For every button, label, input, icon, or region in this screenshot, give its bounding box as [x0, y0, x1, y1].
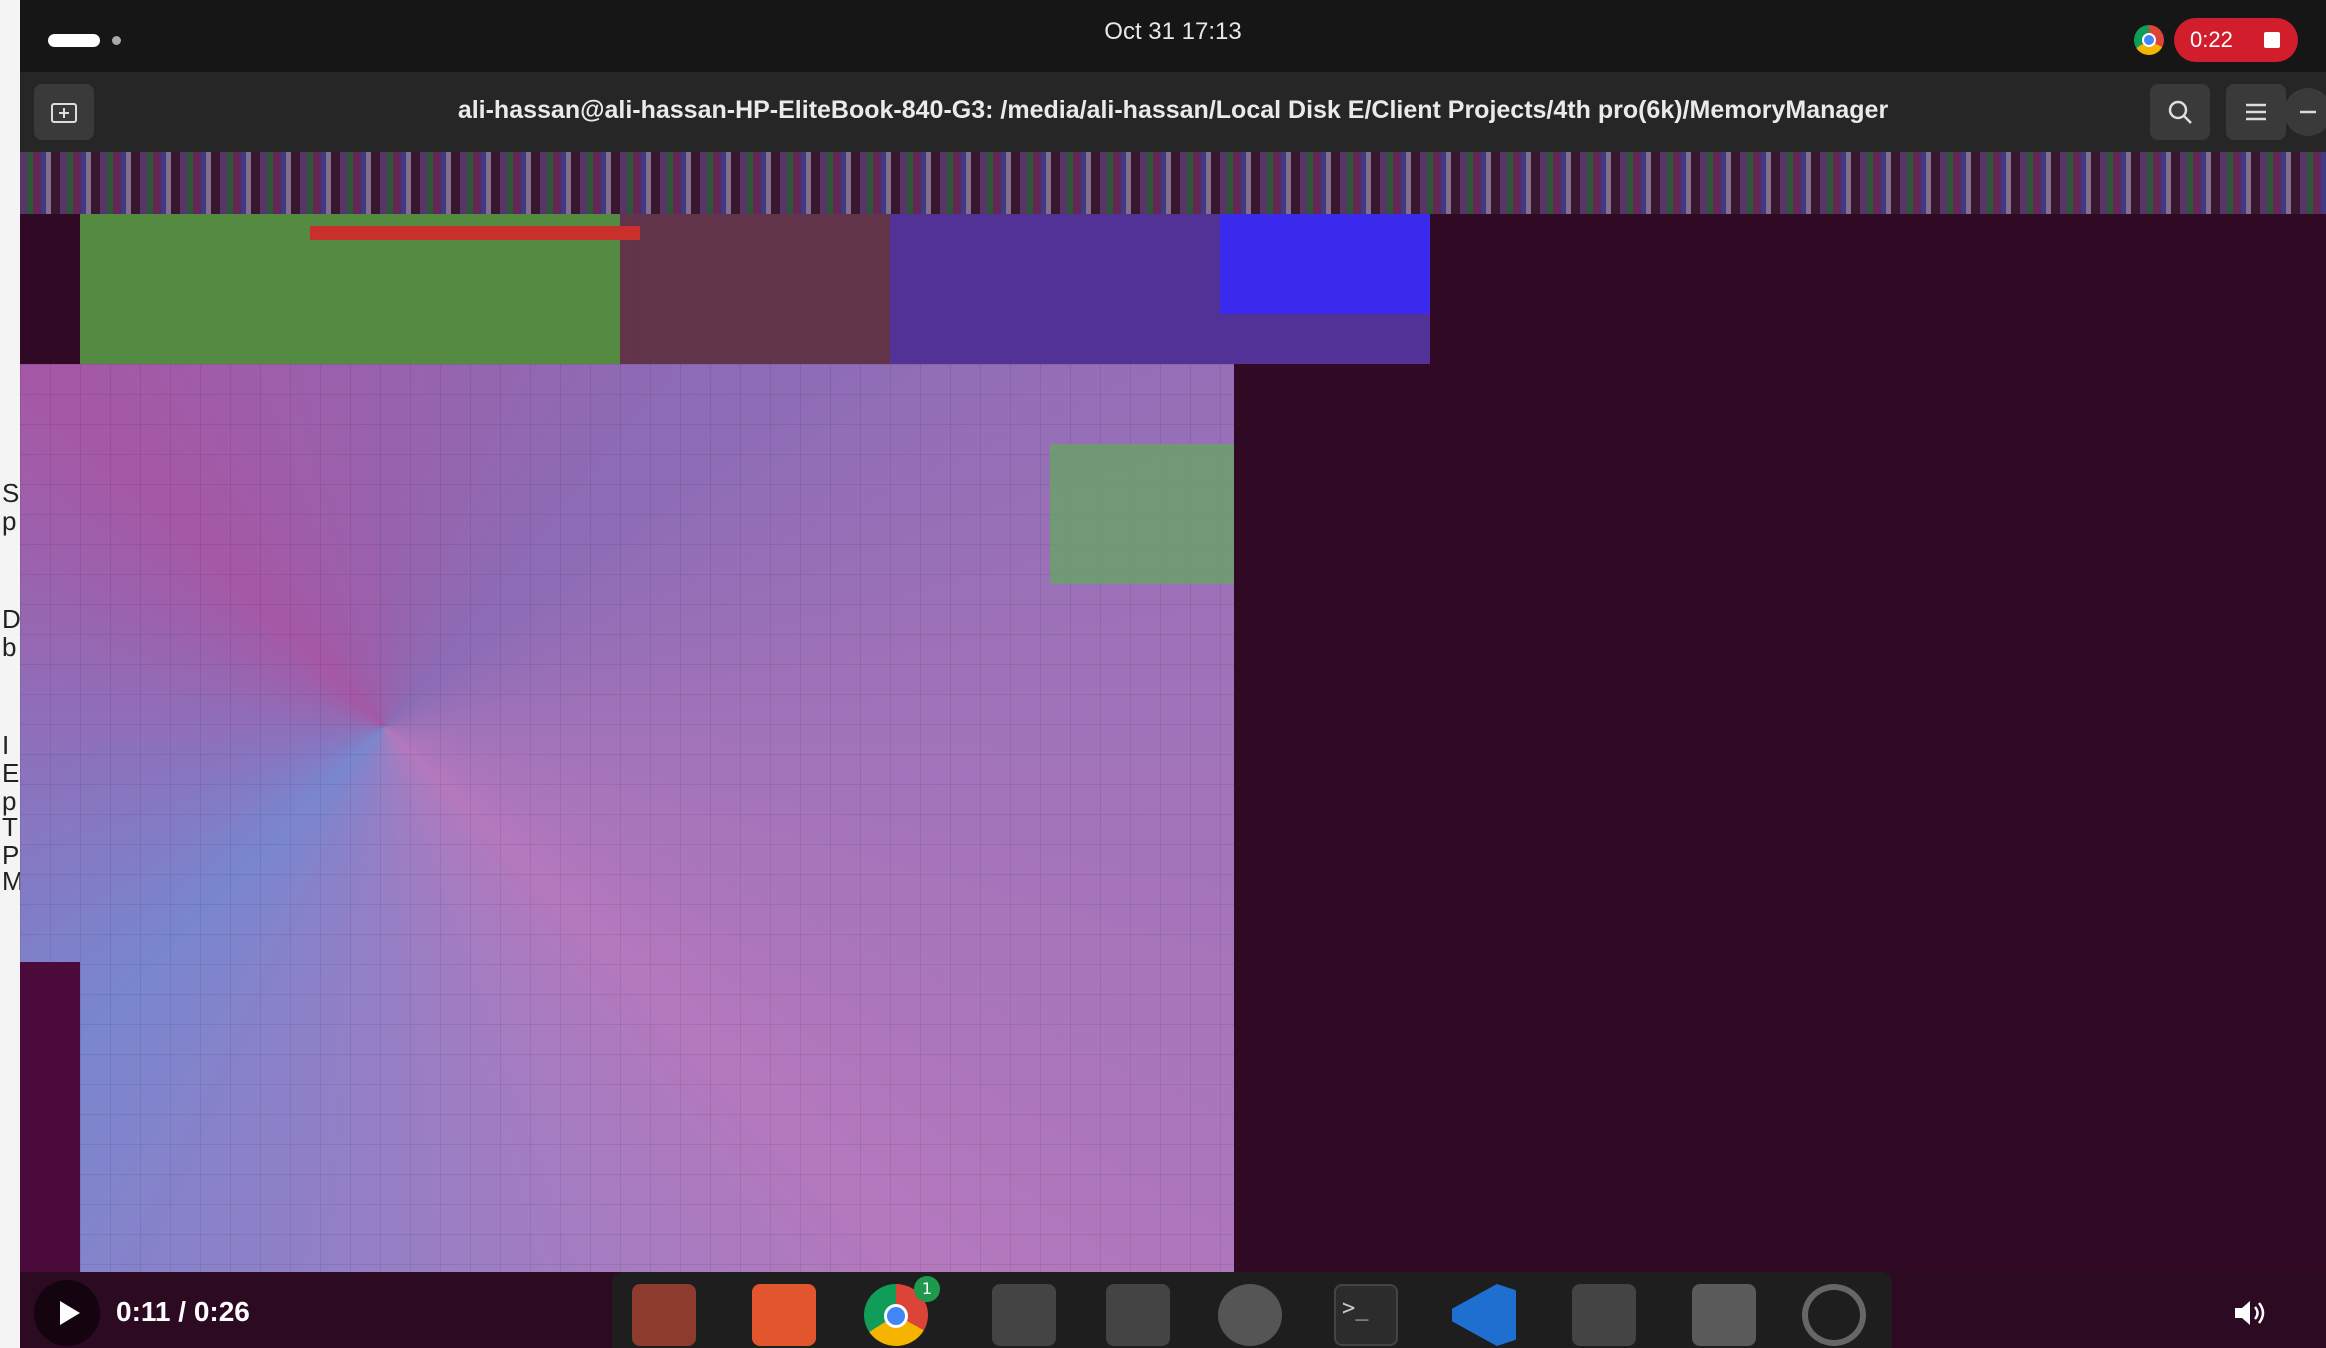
video-time-display: 0:11 / 0:26: [116, 1296, 250, 1327]
minimize-icon: [2300, 110, 2316, 114]
volume-icon: [2235, 1301, 2265, 1325]
strip-char: S: [2, 478, 20, 508]
play-icon: [60, 1301, 80, 1325]
strip-char: E: [2, 758, 20, 788]
stop-icon: [2264, 32, 2280, 48]
chrome-tray-icon[interactable]: [2134, 25, 2164, 55]
strip-char: b: [2, 632, 17, 662]
corrupted-frame-block: [310, 226, 640, 240]
terminal-title: ali-hassan@ali-hassan-HP-EliteBook-840-G…: [457, 96, 1889, 124]
minimize-button[interactable]: [2284, 88, 2326, 136]
strip-char: D: [2, 604, 21, 634]
system-top-bar: Oct 31 17:13 0:22: [20, 0, 2326, 72]
clock[interactable]: Oct 31 17:13: [20, 18, 2326, 46]
terminal-output-area[interactable]: [20, 152, 2326, 1272]
corrupted-frame-block: [1220, 214, 1430, 314]
menu-button[interactable]: [2226, 84, 2286, 140]
recording-time: 0:22: [2190, 27, 2233, 52]
play-button[interactable]: [34, 1280, 100, 1346]
video-controls: 0:11 / 0:26: [0, 1272, 2326, 1348]
corrupted-frame-block: [20, 962, 80, 1272]
corrupted-frame-block: [1050, 444, 1234, 584]
terminal-header-bar: ali-hassan@ali-hassan-HP-EliteBook-840-G…: [20, 72, 2326, 152]
strip-char: I: [2, 730, 10, 760]
search-button[interactable]: [2150, 84, 2210, 140]
search-icon: [2168, 100, 2192, 124]
strip-char: T: [2, 812, 18, 842]
volume-button[interactable]: [2232, 1298, 2266, 1336]
background-window-strip: S p D b I E p T P M: [0, 0, 24, 1348]
corrupted-frame-strip: [20, 152, 2326, 214]
screen-recording-indicator[interactable]: 0:22: [2174, 18, 2298, 62]
hamburger-menu-icon: [2246, 103, 2266, 121]
strip-char: p: [2, 506, 17, 536]
